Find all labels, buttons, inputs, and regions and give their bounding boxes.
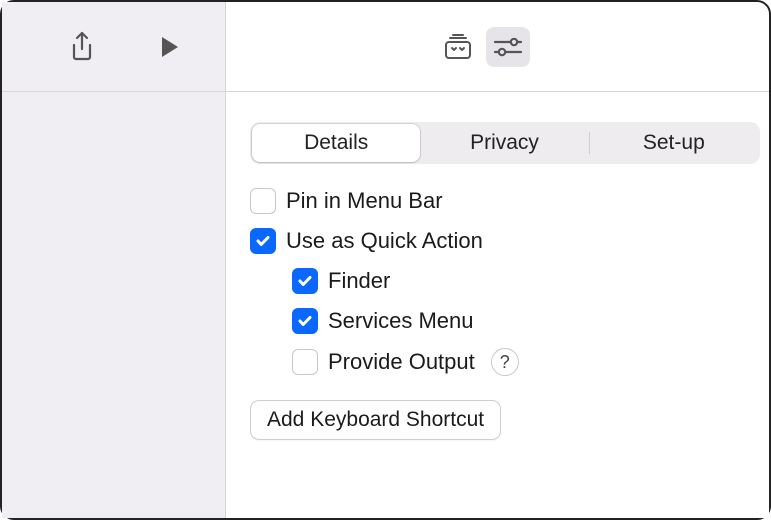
option-label: Provide Output — [328, 349, 475, 375]
option-services-menu[interactable]: Services Menu — [292, 308, 745, 334]
tab-privacy[interactable]: Privacy — [420, 124, 588, 162]
help-button[interactable]: ? — [491, 348, 519, 376]
tab-details[interactable]: Details — [252, 124, 420, 162]
add-keyboard-shortcut-button[interactable]: Add Keyboard Shortcut — [250, 400, 501, 440]
toolbar — [2, 2, 769, 92]
button-label: Add Keyboard Shortcut — [267, 408, 484, 432]
tab-setup[interactable]: Set-up — [590, 124, 758, 162]
tab-segmented-control: Details Privacy Set-up — [250, 122, 760, 164]
checkbox-checked[interactable] — [292, 268, 318, 294]
share-button[interactable] — [60, 27, 104, 67]
share-icon — [69, 31, 95, 63]
option-label: Use as Quick Action — [286, 228, 483, 254]
option-pin-menu-bar[interactable]: Pin in Menu Bar — [250, 188, 745, 214]
option-label: Pin in Menu Bar — [286, 188, 443, 214]
run-button[interactable] — [148, 27, 192, 67]
option-provide-output[interactable]: Provide Output ? — [292, 348, 745, 376]
tab-label: Privacy — [470, 131, 539, 155]
play-icon — [159, 35, 181, 59]
checkbox-checked[interactable] — [292, 308, 318, 334]
tab-label: Set-up — [643, 131, 705, 155]
option-label: Services Menu — [328, 308, 474, 334]
help-icon: ? — [500, 352, 510, 373]
option-label: Finder — [328, 268, 390, 294]
inspector-panel: Details Privacy Set-up Pin in Menu Bar U… — [226, 92, 769, 518]
tab-label: Details — [304, 131, 368, 155]
checkbox-checked[interactable] — [250, 228, 276, 254]
sliders-icon — [492, 36, 524, 58]
inspector-button[interactable] — [486, 27, 530, 67]
option-quick-action[interactable]: Use as Quick Action — [250, 228, 745, 254]
checkbox-unchecked[interactable] — [250, 188, 276, 214]
checkbox-unchecked[interactable] — [292, 349, 318, 375]
library-button[interactable] — [436, 27, 480, 67]
library-icon — [442, 33, 474, 61]
option-finder[interactable]: Finder — [292, 268, 745, 294]
